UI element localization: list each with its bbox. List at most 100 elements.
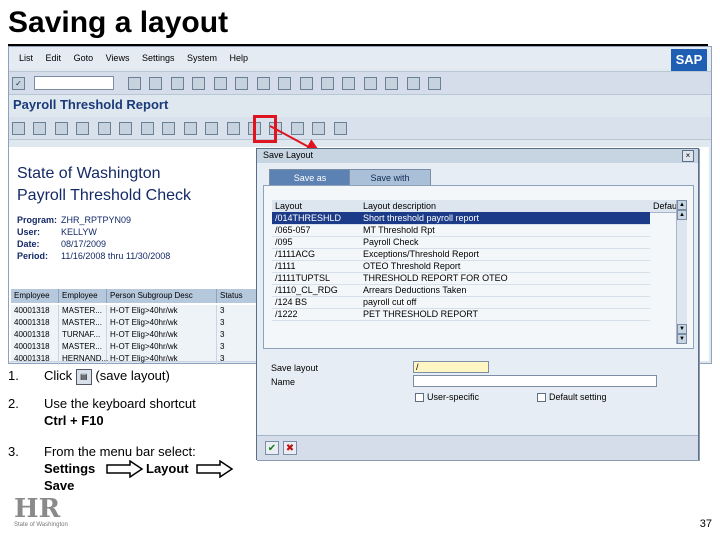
export-icon[interactable] [162, 122, 176, 135]
user-specific-checkbox[interactable] [415, 393, 424, 402]
confirm-icon[interactable]: ✔ [265, 441, 279, 455]
first-page-icon[interactable] [278, 77, 292, 90]
print-preview-icon[interactable] [140, 122, 154, 135]
find-icon[interactable] [235, 77, 249, 90]
col-header-default[interactable]: Default [650, 200, 682, 212]
col-header-status[interactable]: Status [217, 289, 257, 303]
cell: 40001318 [11, 353, 59, 365]
page-number: 37 [699, 518, 712, 530]
list-item[interactable]: /1222 PET THRESHOLD REPORT [272, 308, 650, 321]
close-icon[interactable]: × [682, 150, 694, 162]
last-page-icon[interactable] [342, 77, 356, 90]
cancel-icon[interactable]: ✖ [283, 441, 297, 455]
save-layout-field[interactable]: / [413, 361, 489, 373]
print-icon[interactable] [213, 77, 227, 90]
back-icon[interactable] [149, 77, 163, 90]
step-2-shortcut: Ctrl + F10 [44, 413, 104, 428]
table-row[interactable]: 40001318 HERNAND... H-OT Elig>40hr/wk 3 [11, 353, 257, 365]
step-3-settings: Settings [44, 461, 96, 476]
layout-description: payroll cut off [363, 297, 417, 307]
next-page-icon[interactable] [320, 77, 334, 90]
cell: 40001318 [11, 341, 59, 353]
meta-value-date: 08/17/2009 [61, 239, 107, 249]
menu-settings[interactable]: Settings [142, 53, 175, 63]
scroll-down-icon[interactable]: ▼ [677, 334, 687, 344]
tab-save-with[interactable]: Save with [349, 169, 431, 186]
new-session-icon[interactable] [363, 77, 377, 90]
slide-title: Saving a layout [8, 6, 229, 39]
details-icon[interactable] [12, 122, 25, 135]
enter-icon[interactable]: ✓ [12, 77, 25, 90]
save-layout-icon[interactable] [333, 122, 347, 135]
save-layout-icon: ▤ [75, 368, 92, 385]
scroll-page-down-icon[interactable]: ▼ [677, 324, 687, 334]
name-label: Name [271, 377, 296, 387]
dialog-footer: ✔ ✖ [257, 435, 698, 460]
total-icon[interactable] [97, 122, 111, 135]
spreadsheet-icon[interactable] [183, 122, 197, 135]
arrow-right-icon [196, 460, 234, 478]
local-file-icon[interactable] [226, 122, 240, 135]
command-field[interactable] [34, 76, 115, 90]
layout-description: OTEO Threshold Report [363, 261, 461, 271]
find-next-icon[interactable] [256, 77, 270, 90]
filter-icon[interactable] [76, 122, 90, 135]
layout-name: /1222 [275, 309, 298, 319]
default-setting-checkbox[interactable] [537, 393, 546, 402]
step-3-line-1: From the menu bar select: [44, 444, 196, 459]
col-header-employee[interactable]: Employee [11, 289, 59, 303]
menu-bar: List Edit Goto Views Settings System Hel… [9, 47, 711, 69]
cell: 40001318 [11, 329, 59, 341]
sort-desc-icon[interactable] [54, 122, 68, 135]
step-number: 1. [8, 368, 19, 383]
exit-icon[interactable] [170, 77, 184, 90]
cell: TURNAF... [59, 329, 107, 341]
menu-help[interactable]: Help [230, 53, 249, 63]
layout-icon[interactable] [428, 77, 442, 90]
cell: MASTER... [59, 305, 107, 317]
cancel-icon[interactable] [192, 77, 206, 90]
layout-list-panel: Layout Layout description Default /014THRE… [263, 185, 694, 349]
sort-asc-icon[interactable] [33, 122, 47, 135]
step-2-line-1: Use the keyboard shortcut [44, 396, 196, 411]
menu-goto[interactable]: Goto [74, 53, 94, 63]
save-icon[interactable] [127, 77, 141, 90]
scroll-up-icon[interactable]: ▲ [677, 200, 687, 210]
menu-edit[interactable]: Edit [46, 53, 62, 63]
name-field[interactable] [413, 375, 657, 387]
cell: H-OT Elig>40hr/wk [107, 353, 217, 365]
col-header-description[interactable]: Layout description [360, 200, 650, 212]
cell: HERNAND... [59, 353, 108, 365]
meta-value-program: ZHR_RPTPYN09 [61, 215, 132, 225]
save-layout-dialog: Save Layout × Save as Save with Layout La… [256, 148, 699, 460]
cell: MASTER... [59, 317, 107, 329]
list-scrollbar[interactable]: ▲ ▲ ▼ ▼ [676, 200, 687, 344]
col-header-employee-name[interactable]: Employee [59, 289, 107, 303]
layout-description: Exceptions/Threshold Report [363, 249, 480, 259]
step-1-text: Click ▤ (save layout) [44, 368, 170, 385]
select-layout-icon[interactable] [312, 122, 326, 135]
layout-name: /065-057 [275, 225, 311, 235]
layout-name: /1111ACG [275, 249, 316, 259]
col-header-layout[interactable]: Layout [272, 200, 360, 212]
layout-description: Arrears Deductions Taken [363, 285, 467, 295]
menu-system[interactable]: System [187, 53, 217, 63]
hr-logo-caption: State of Washington [14, 522, 68, 528]
col-header-subgroup[interactable]: Person Subgroup Desc [107, 289, 217, 303]
cell: H-OT Elig>40hr/wk [107, 341, 217, 353]
dialog-title: Save Layout [263, 150, 314, 160]
word-icon[interactable] [205, 122, 219, 135]
layout-description: MT Threshold Rpt [363, 225, 435, 235]
scroll-page-up-icon[interactable]: ▲ [677, 210, 687, 220]
report-heading: State of Washington [17, 165, 161, 182]
cell: 3 [217, 341, 257, 353]
subtotal-icon[interactable] [119, 122, 133, 135]
save-layout-highlight [253, 115, 277, 143]
tab-save-as[interactable]: Save as [269, 169, 351, 186]
shortcut-icon[interactable] [385, 77, 399, 90]
menu-list[interactable]: List [19, 53, 33, 63]
menu-views[interactable]: Views [106, 53, 130, 63]
prev-page-icon[interactable] [299, 77, 313, 90]
change-layout-icon[interactable] [290, 122, 304, 135]
help-icon[interactable] [406, 77, 420, 90]
